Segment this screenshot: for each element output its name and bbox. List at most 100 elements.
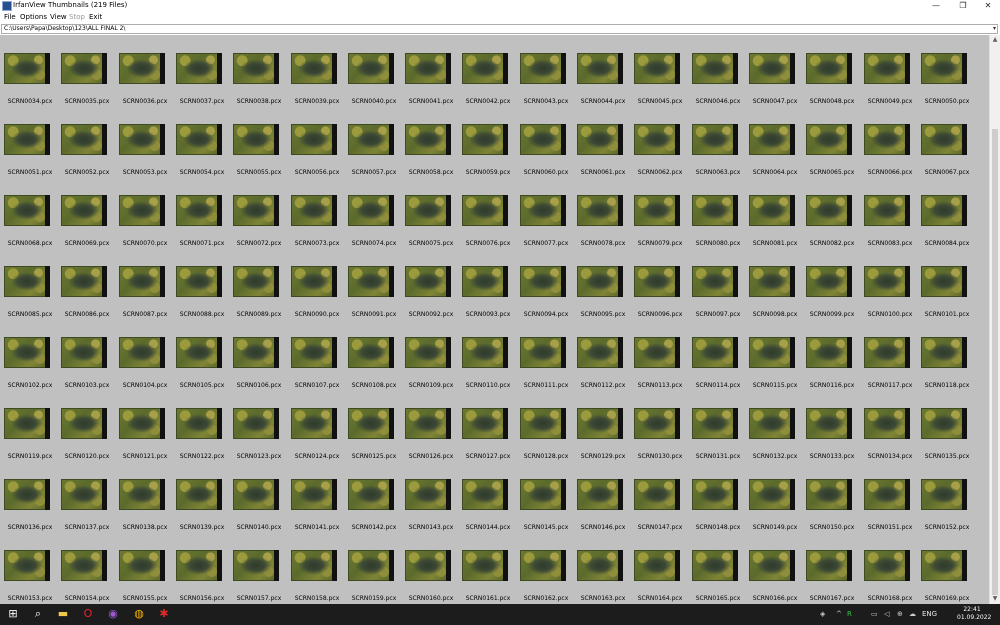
thumbnail-image[interactable]: [405, 195, 451, 226]
thumbnail-image[interactable]: [806, 195, 852, 226]
thumbnail-image[interactable]: [806, 479, 852, 510]
thumbnail-image[interactable]: [233, 550, 279, 581]
thumbnail-item[interactable]: SCRN0083.pcx: [860, 177, 912, 247]
thumbnail-image[interactable]: [405, 408, 451, 439]
thumbnail-image[interactable]: [692, 337, 738, 368]
thumbnail-item[interactable]: SCRN0084.pcx: [917, 177, 969, 247]
menu-view[interactable]: View: [50, 12, 67, 23]
thumbnail-image[interactable]: [176, 408, 222, 439]
opera-browser-icon[interactable]: O: [81, 607, 95, 621]
scrollbar-thumb[interactable]: [992, 129, 998, 595]
thumbnail-item[interactable]: SCRN0095.pcx: [573, 248, 625, 318]
thumbnail-item[interactable]: SCRN0074.pcx: [344, 177, 396, 247]
thumbnail-item[interactable]: SCRN0040.pcx: [344, 35, 396, 105]
thumbnail-image[interactable]: [405, 550, 451, 581]
thumbnail-item[interactable]: SCRN0052.pcx: [57, 106, 109, 176]
thumbnail-item[interactable]: SCRN0131.pcx: [688, 390, 740, 460]
thumbnail-item[interactable]: SCRN0103.pcx: [57, 319, 109, 389]
thumbnail-item[interactable]: SCRN0150.pcx: [802, 461, 854, 531]
thumbnail-item[interactable]: SCRN0162.pcx: [516, 532, 568, 602]
thumbnail-image[interactable]: [864, 408, 910, 439]
thumbnail-item[interactable]: SCRN0137.pcx: [57, 461, 109, 531]
thumbnail-image[interactable]: [462, 408, 508, 439]
thumbnail-image[interactable]: [61, 53, 107, 84]
thumbnail-image[interactable]: [4, 266, 50, 297]
thumbnail-image[interactable]: [176, 53, 222, 84]
thumbnail-image[interactable]: [749, 124, 795, 155]
thumbnail-item[interactable]: SCRN0053.pcx: [115, 106, 167, 176]
file-explorer-icon[interactable]: ▬: [56, 607, 70, 621]
thumbnail-image[interactable]: [348, 124, 394, 155]
thumbnail-item[interactable]: SCRN0085.pcx: [0, 248, 52, 318]
thumbnail-item[interactable]: SCRN0060.pcx: [516, 106, 568, 176]
thumbnail-item[interactable]: SCRN0066.pcx: [860, 106, 912, 176]
thumbnail-item[interactable]: SCRN0144.pcx: [458, 461, 510, 531]
thumbnail-image[interactable]: [176, 266, 222, 297]
thumbnail-image[interactable]: [405, 337, 451, 368]
thumbnail-image[interactable]: [692, 53, 738, 84]
thumbnail-image[interactable]: [749, 550, 795, 581]
thumbnail-item[interactable]: SCRN0125.pcx: [344, 390, 396, 460]
thumbnail-image[interactable]: [749, 53, 795, 84]
thumbnail-item[interactable]: SCRN0136.pcx: [0, 461, 52, 531]
thumbnail-image[interactable]: [692, 266, 738, 297]
thumbnail-image[interactable]: [806, 266, 852, 297]
thumbnail-item[interactable]: SCRN0145.pcx: [516, 461, 568, 531]
thumbnail-item[interactable]: SCRN0050.pcx: [917, 35, 969, 105]
thumbnail-item[interactable]: SCRN0120.pcx: [57, 390, 109, 460]
thumbnail-image[interactable]: [520, 408, 566, 439]
thumbnail-image[interactable]: [4, 195, 50, 226]
thumbnail-image[interactable]: [634, 124, 680, 155]
thumbnail-item[interactable]: SCRN0121.pcx: [115, 390, 167, 460]
thumbnail-item[interactable]: SCRN0107.pcx: [287, 319, 339, 389]
thumbnail-image[interactable]: [921, 479, 967, 510]
thumbnail-image[interactable]: [119, 337, 165, 368]
thumbnail-image[interactable]: [921, 408, 967, 439]
thumbnail-image[interactable]: [348, 53, 394, 84]
thumbnail-image[interactable]: [577, 266, 623, 297]
thumbnail-item[interactable]: SCRN0088.pcx: [172, 248, 224, 318]
thumbnail-item[interactable]: SCRN0168.pcx: [860, 532, 912, 602]
thumbnail-item[interactable]: SCRN0160.pcx: [401, 532, 453, 602]
thumbnail-item[interactable]: SCRN0096.pcx: [630, 248, 682, 318]
thumbnail-item[interactable]: SCRN0049.pcx: [860, 35, 912, 105]
thumbnail-image[interactable]: [462, 479, 508, 510]
thumbnail-image[interactable]: [405, 266, 451, 297]
thumbnail-item[interactable]: SCRN0059.pcx: [458, 106, 510, 176]
thumbnail-item[interactable]: SCRN0089.pcx: [229, 248, 281, 318]
thumbnail-image[interactable]: [634, 550, 680, 581]
windows-start-icon[interactable]: ⊞: [6, 607, 20, 621]
thumbnail-image[interactable]: [577, 124, 623, 155]
thumbnail-image[interactable]: [634, 266, 680, 297]
thumbnail-item[interactable]: SCRN0159.pcx: [344, 532, 396, 602]
thumbnail-item[interactable]: SCRN0127.pcx: [458, 390, 510, 460]
thumbnail-item[interactable]: SCRN0122.pcx: [172, 390, 224, 460]
thumbnail-image[interactable]: [348, 479, 394, 510]
thumbnail-image[interactable]: [119, 479, 165, 510]
thumbnail-item[interactable]: SCRN0101.pcx: [917, 248, 969, 318]
thumbnail-image[interactable]: [520, 550, 566, 581]
menu-file[interactable]: File: [4, 12, 16, 23]
thumbnail-item[interactable]: SCRN0141.pcx: [287, 461, 339, 531]
thumbnail-item[interactable]: SCRN0123.pcx: [229, 390, 281, 460]
thumbnail-item[interactable]: SCRN0104.pcx: [115, 319, 167, 389]
thumbnail-image[interactable]: [462, 53, 508, 84]
thumbnail-image[interactable]: [806, 53, 852, 84]
thumbnail-image[interactable]: [61, 337, 107, 368]
thumbnail-image[interactable]: [61, 550, 107, 581]
thumbnail-item[interactable]: SCRN0157.pcx: [229, 532, 281, 602]
thumbnail-image[interactable]: [405, 479, 451, 510]
thumbnail-image[interactable]: [806, 550, 852, 581]
thumbnail-image[interactable]: [4, 479, 50, 510]
thumbnail-item[interactable]: SCRN0154.pcx: [57, 532, 109, 602]
thumbnail-image[interactable]: [921, 266, 967, 297]
tray-onedrive-icon[interactable]: ☁: [909, 608, 916, 620]
thumbnail-image[interactable]: [61, 124, 107, 155]
thumbnail-image[interactable]: [119, 408, 165, 439]
thumbnail-item[interactable]: SCRN0135.pcx: [917, 390, 969, 460]
thumbnail-image[interactable]: [348, 550, 394, 581]
thumbnail-image[interactable]: [291, 195, 337, 226]
thumbnail-image[interactable]: [520, 337, 566, 368]
thumbnail-item[interactable]: SCRN0067.pcx: [917, 106, 969, 176]
thumbnail-image[interactable]: [577, 408, 623, 439]
